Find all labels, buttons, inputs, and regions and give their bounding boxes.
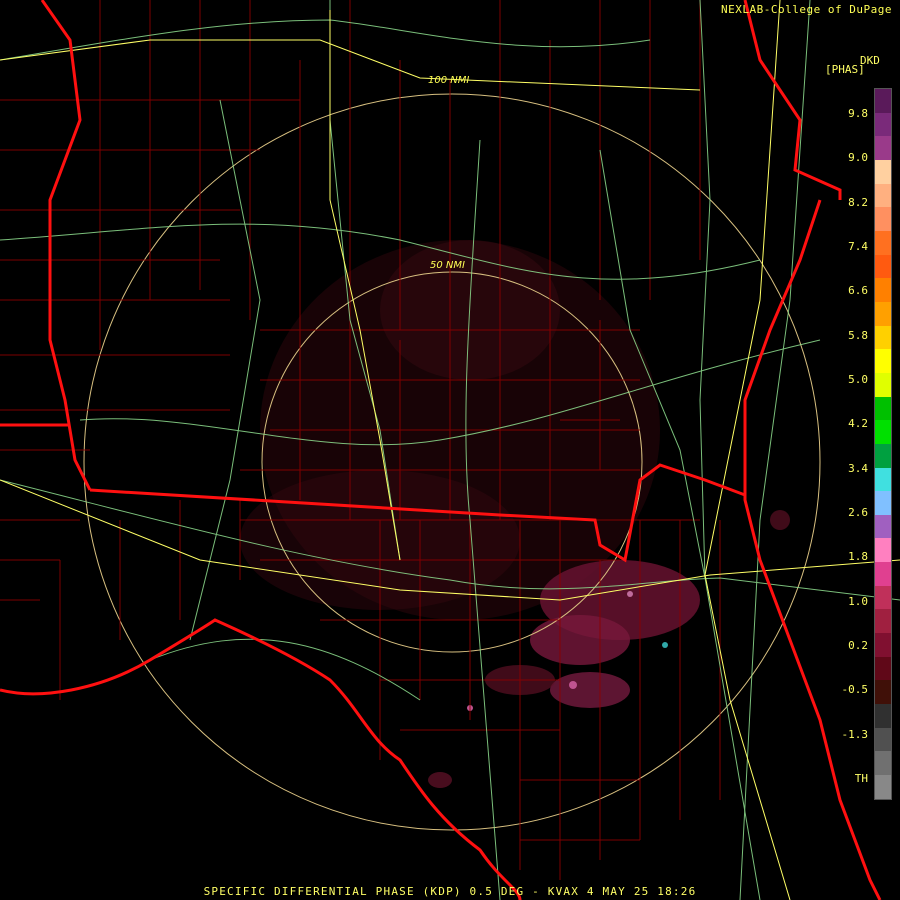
ring-label-100: 100 NMI — [428, 75, 469, 86]
legend-swatch — [875, 230, 891, 255]
legend-tick: 6.6 — [848, 284, 868, 298]
legend-tick: -1.3 — [841, 727, 869, 741]
legend-swatch — [875, 443, 891, 468]
legend-swatch — [875, 727, 891, 752]
legend-swatch — [875, 159, 891, 184]
legend-swatch — [875, 680, 891, 705]
legend-swatch — [875, 183, 891, 208]
legend-tick: 1.8 — [848, 550, 868, 564]
legend-tick: 0.2 — [848, 639, 868, 652]
legend-swatch — [875, 254, 891, 279]
legend-swatch — [875, 609, 891, 634]
legend-swatch — [875, 538, 891, 563]
legend-tick: 9.0 — [848, 151, 868, 165]
legend-swatch — [875, 704, 891, 728]
legend-swatch — [875, 301, 891, 326]
legend-swatch — [875, 514, 891, 539]
legend-swatch — [875, 585, 891, 610]
legend-swatch — [875, 633, 891, 657]
radar-map: 100 NMI 50 NMI — [0, 0, 900, 900]
legend-swatch — [875, 372, 891, 397]
color-legend — [874, 88, 892, 800]
legend-swatch — [875, 89, 891, 113]
legend-swatch — [875, 491, 891, 515]
legend-swatch — [875, 112, 891, 137]
legend-swatch — [875, 396, 891, 421]
legend-tick: -0.5 — [841, 683, 869, 697]
legend-mode: [PHAS] — [825, 63, 865, 76]
legend-tick: 7.4 — [848, 240, 868, 253]
legend-tick: 1.0 — [848, 594, 868, 608]
legend-tick: 9.8 — [848, 107, 868, 120]
legend-swatch — [875, 420, 891, 444]
legend-swatch — [875, 562, 891, 586]
legend-swatch — [875, 136, 891, 160]
legend-swatch — [875, 349, 891, 373]
legend-tick: 2.6 — [848, 506, 868, 519]
legend-swatch — [875, 775, 891, 799]
legend-tick: 5.0 — [848, 373, 868, 386]
legend-swatch — [875, 278, 891, 302]
legend-tick: 8.2 — [848, 195, 868, 209]
legend-swatch — [875, 325, 891, 350]
ring-label-50: 50 NMI — [430, 260, 465, 271]
legend-swatch — [875, 207, 891, 231]
credit-text: NEXLAB-College of DuPage — [721, 3, 892, 16]
legend-swatch — [875, 751, 891, 776]
product-footer: SPECIFIC DIFFERENTIAL PHASE (KDP) 0.5 DE… — [203, 885, 697, 898]
legend-swatch — [875, 656, 891, 681]
legend-tick: TH — [854, 772, 868, 785]
legend-tick: 3.4 — [848, 461, 868, 475]
legend-swatch — [875, 467, 891, 492]
legend-tick: 4.2 — [848, 417, 868, 431]
legend-tick: 5.8 — [848, 328, 868, 342]
